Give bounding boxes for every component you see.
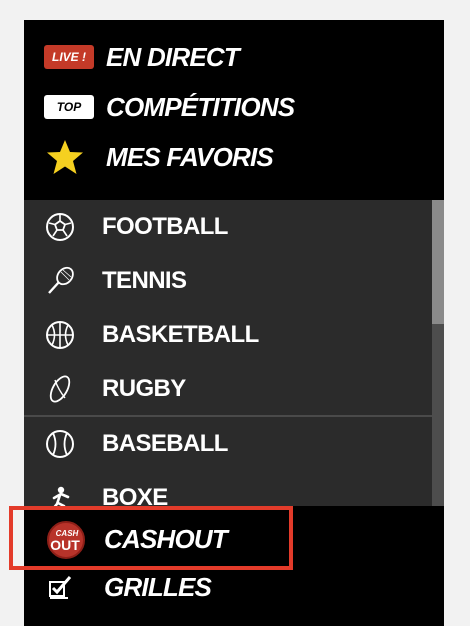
basketball-icon bbox=[46, 321, 74, 349]
sport-item-boxe[interactable]: BOXE bbox=[24, 471, 432, 506]
sports-scrollbar[interactable] bbox=[432, 200, 444, 506]
sport-item-rugby[interactable]: RUGBY bbox=[24, 362, 432, 416]
soccer-ball-icon bbox=[46, 213, 74, 241]
tennis-racket-icon bbox=[48, 266, 74, 294]
sports-scrollbar-thumb[interactable] bbox=[432, 200, 444, 324]
sports-list[interactable]: FOOTBALL TENNIS BASKETBALL RUGBY BASEBAL… bbox=[24, 200, 432, 506]
sport-label: BASEBALL bbox=[102, 430, 228, 457]
cashout-highlight-box bbox=[9, 506, 293, 570]
sport-label: TENNIS bbox=[102, 267, 187, 294]
menu-item-favorites[interactable]: MES FAVORIS bbox=[24, 132, 444, 182]
menu-item-top-competitions[interactable]: TOP COMPÉTITIONS bbox=[24, 82, 444, 132]
sport-label: FOOTBALL bbox=[102, 213, 228, 240]
sport-label: RUGBY bbox=[102, 375, 186, 402]
rugby-ball-icon bbox=[49, 375, 71, 403]
star-icon bbox=[47, 140, 83, 174]
sport-item-baseball[interactable]: BASEBALL bbox=[24, 417, 432, 471]
menu-item-grilles-label: GRILLES bbox=[104, 571, 212, 602]
live-badge: LIVE ! bbox=[44, 45, 94, 69]
menu-item-live-label: EN DIRECT bbox=[106, 41, 240, 72]
boxing-icon bbox=[52, 486, 70, 506]
sport-label: BOXE bbox=[102, 484, 168, 506]
sport-item-tennis[interactable]: TENNIS bbox=[24, 254, 432, 308]
menu-item-favorites-label: MES FAVORIS bbox=[106, 141, 274, 172]
top-badge: TOP bbox=[44, 95, 94, 119]
menu-item-competitions-label: COMPÉTITIONS bbox=[106, 91, 295, 122]
baseball-icon bbox=[46, 430, 74, 458]
menu-item-live[interactable]: LIVE ! EN DIRECT bbox=[24, 32, 444, 82]
sport-item-football[interactable]: FOOTBALL bbox=[24, 200, 432, 254]
sport-item-basketball[interactable]: BASKETBALL bbox=[24, 308, 432, 362]
sport-label: BASKETBALL bbox=[102, 321, 259, 348]
checklist-icon bbox=[49, 576, 72, 599]
